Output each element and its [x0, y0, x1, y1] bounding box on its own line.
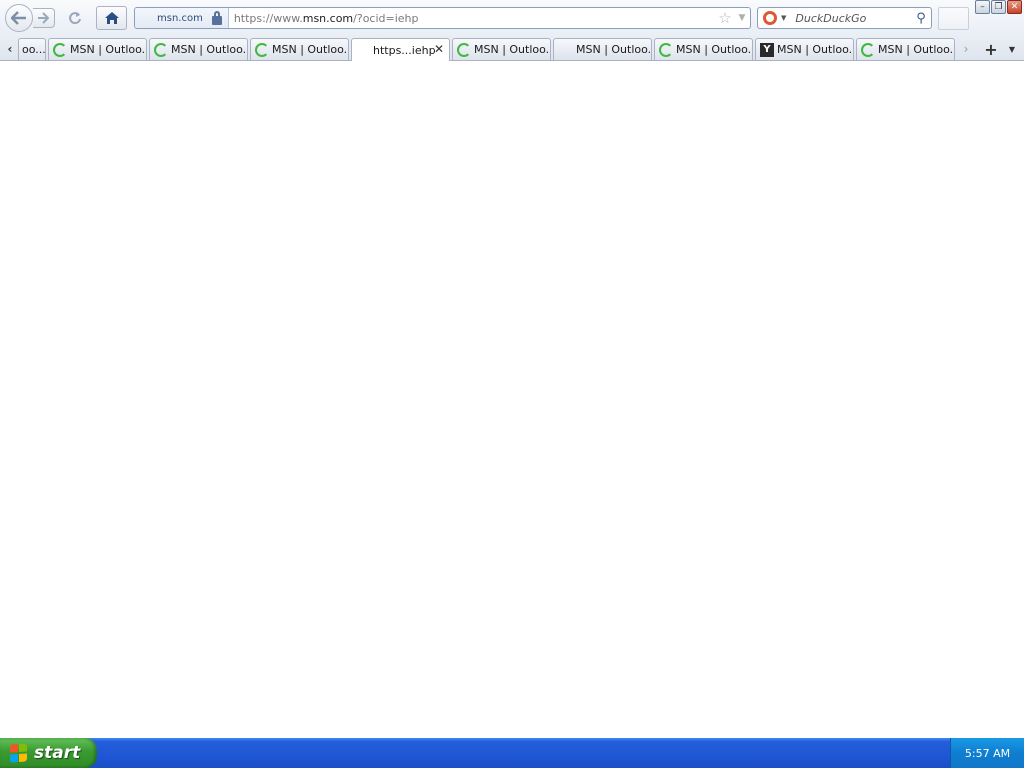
- new-tab-button[interactable]: +: [982, 39, 1000, 59]
- url-host: msn.com: [302, 11, 354, 25]
- forward-button[interactable]: [33, 8, 55, 28]
- navigation-toolbar: msn.com https://www.msn.com/?ocid=iehp ☆…: [0, 0, 1024, 36]
- tab-scroll-right-button[interactable]: ›: [958, 39, 974, 59]
- start-button[interactable]: start: [0, 738, 97, 768]
- chevron-left-icon: ‹: [7, 42, 13, 56]
- home-button[interactable]: [96, 6, 127, 30]
- tab-close-icon[interactable]: ✕: [434, 42, 444, 56]
- history-dropdown-icon[interactable]: ▼: [734, 13, 750, 23]
- loading-spinner-icon: [659, 42, 673, 57]
- tab[interactable]: MSN | Outloo...: [654, 38, 753, 60]
- close-icon: ✕: [1010, 1, 1019, 12]
- chevron-right-icon: ›: [963, 42, 969, 56]
- tab[interactable]: Y MSN | Outloo...: [755, 38, 854, 60]
- back-button[interactable]: [5, 4, 33, 32]
- system-tray: 5:57 AM: [950, 738, 1024, 768]
- url-text[interactable]: https://www.msn.com/?ocid=iehp: [229, 12, 716, 25]
- tab-label: MSN | Outloo...: [171, 43, 247, 56]
- windows-logo-icon: [10, 743, 28, 763]
- browser-window: msn.com https://www.msn.com/?ocid=iehp ☆…: [0, 0, 1024, 738]
- window-controls: – ❐ ✕: [975, 0, 1024, 15]
- loading-spinner-icon: [154, 42, 168, 57]
- minimize-icon: –: [980, 1, 985, 12]
- list-all-tabs-button[interactable]: ▼: [1004, 39, 1020, 59]
- minimize-button[interactable]: –: [975, 0, 990, 14]
- plus-icon: +: [984, 39, 998, 59]
- arrow-right-icon: [38, 12, 49, 24]
- tab[interactable]: MSN | Outloo...: [452, 38, 551, 60]
- clock[interactable]: 5:57 AM: [965, 747, 1010, 760]
- tab-label: MSN | Outloo...: [676, 43, 752, 56]
- maximize-button[interactable]: ❐: [991, 0, 1006, 14]
- arrow-left-icon: [11, 11, 26, 25]
- tab-label: MSN | Outloo...: [576, 43, 651, 56]
- site-identity-label: msn.com: [157, 12, 203, 24]
- search-bar[interactable]: ▼ DuckDuckGo ⚲: [757, 7, 932, 29]
- loading-spinner-icon: [53, 42, 67, 57]
- search-input[interactable]: DuckDuckGo: [795, 12, 911, 25]
- tab[interactable]: oo...: [18, 38, 46, 60]
- tab-selected[interactable]: https...iehp ✕: [351, 38, 450, 61]
- url-path: /?ocid=iehp: [353, 11, 419, 25]
- loading-spinner-icon: [861, 42, 875, 57]
- tab-strip: ‹ oo... MSN | Outloo... MSN | Outloo... …: [0, 36, 1024, 61]
- tab-label: MSN | Outloo...: [878, 43, 954, 56]
- y-logo-icon: Y: [760, 42, 774, 57]
- tab-label: MSN | Outloo...: [777, 43, 853, 56]
- start-label: start: [34, 743, 81, 763]
- bookmark-star-icon[interactable]: ☆: [716, 9, 734, 27]
- tab-scroll-left-button[interactable]: ‹: [2, 39, 18, 59]
- tab-label: MSN | Outloo...: [70, 43, 146, 56]
- site-identity-button[interactable]: msn.com: [135, 8, 229, 28]
- tab-label: MSN | Outloo...: [474, 43, 550, 56]
- engine-dropdown-icon[interactable]: ▼: [781, 14, 786, 22]
- tab-label: oo...: [22, 43, 45, 56]
- home-icon: [104, 12, 119, 24]
- search-magnifier-icon[interactable]: ⚲: [911, 11, 931, 26]
- lock-icon: [211, 10, 222, 25]
- loading-spinner-icon: [255, 42, 269, 57]
- close-window-button[interactable]: ✕: [1007, 0, 1022, 14]
- tab[interactable]: MSN | Outloo...: [149, 38, 248, 60]
- page-content-area[interactable]: [0, 61, 1024, 738]
- chevron-down-icon: ▼: [1008, 44, 1016, 54]
- toolbar-extra-button[interactable]: [938, 7, 969, 30]
- duckduckgo-logo-icon[interactable]: [763, 11, 777, 25]
- url-scheme: https://www.: [233, 11, 303, 25]
- loading-spinner-icon: [457, 42, 471, 57]
- reload-button[interactable]: [62, 8, 88, 28]
- tab-label: MSN | Outloo...: [272, 43, 348, 56]
- tab-label: https...iehp: [373, 43, 436, 57]
- tab[interactable]: MSN | Outloo...: [250, 38, 349, 60]
- address-bar[interactable]: msn.com https://www.msn.com/?ocid=iehp ☆…: [134, 7, 751, 29]
- tab[interactable]: MSN | Outloo...: [553, 38, 652, 60]
- taskbar: start 5:57 AM: [0, 738, 1024, 768]
- reload-icon: [69, 12, 81, 25]
- restore-icon: ❐: [994, 1, 1003, 12]
- tab[interactable]: MSN | Outloo...: [856, 38, 955, 60]
- tab[interactable]: MSN | Outloo...: [48, 38, 147, 60]
